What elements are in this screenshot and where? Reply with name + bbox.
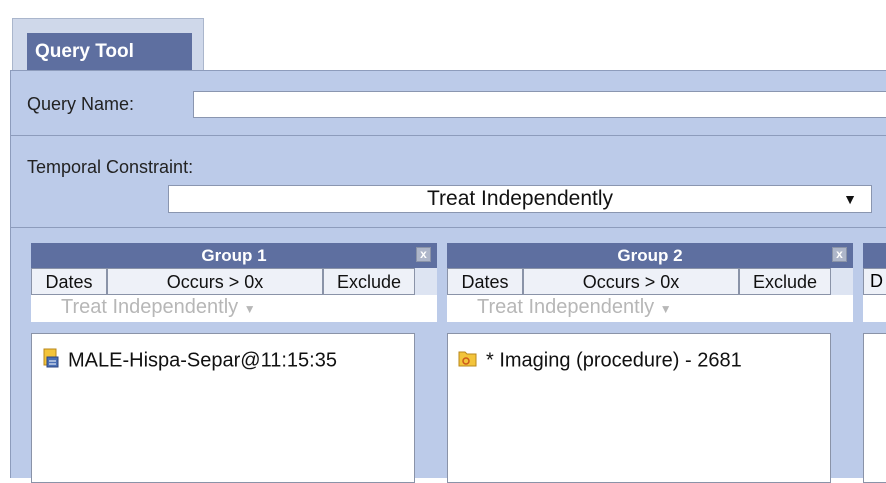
- tab-query-tool[interactable]: Query Tool: [27, 33, 192, 70]
- temporal-selected-value: Treat Independently: [426, 187, 614, 210]
- group-temporal-select[interactable]: Treat Independently ▼: [447, 295, 853, 322]
- chevron-down-icon: ▼: [659, 302, 672, 316]
- dates-button[interactable]: Dates: [31, 268, 107, 295]
- chevron-down-icon: ▼: [243, 302, 256, 316]
- group-temporal-value: Treat Independently: [61, 296, 239, 318]
- group-item-label: MALE-Hispa-Separ@11:15:35: [68, 349, 337, 372]
- occurs-button[interactable]: Occurs > 0x: [523, 268, 739, 295]
- group-panel-1: Group 1 x Dates Occurs > 0x Exclude Trea…: [31, 243, 437, 483]
- group-tabs: Dates Occurs > 0x Exclude: [447, 268, 853, 295]
- chevron-down-icon: ▼: [843, 191, 857, 207]
- group-header: Group 1 x: [31, 243, 437, 268]
- query-tool-panel: Query Name: Temporal Constraint: Treat I…: [10, 70, 886, 483]
- exclude-button[interactable]: Exclude: [739, 268, 831, 295]
- group-panel-2: Group 2 x Dates Occurs > 0x Exclude Trea…: [447, 243, 853, 483]
- group-drop-area[interactable]: [863, 333, 886, 483]
- group-temporal-select[interactable]: [863, 295, 886, 322]
- group-item[interactable]: MALE-Hispa-Separ@11:15:35: [42, 348, 337, 374]
- query-name-input[interactable]: [193, 91, 886, 118]
- close-icon[interactable]: x: [832, 247, 847, 262]
- dates-button[interactable]: Dates: [447, 268, 523, 295]
- group-panel-3-partial: D: [863, 243, 886, 483]
- group-tabs: Dates Occurs > 0x Exclude: [31, 268, 437, 295]
- group-header: [863, 243, 886, 268]
- folder-term-icon: [458, 348, 478, 374]
- group-temporal-select[interactable]: Treat Independently ▼: [31, 295, 437, 322]
- exclude-button[interactable]: Exclude: [323, 268, 415, 295]
- group-item[interactable]: * Imaging (procedure) - 2681: [458, 348, 742, 374]
- group-item-label: * Imaging (procedure) - 2681: [486, 349, 742, 372]
- close-icon[interactable]: x: [416, 247, 431, 262]
- group-title: Group 2: [617, 246, 683, 265]
- previous-query-icon: [42, 348, 60, 374]
- group-drop-area[interactable]: * Imaging (procedure) - 2681: [447, 333, 831, 483]
- group-drop-area[interactable]: MALE-Hispa-Separ@11:15:35: [31, 333, 415, 483]
- group-temporal-value: Treat Independently: [477, 296, 655, 318]
- temporal-constraint-select[interactable]: Treat Independently ▼: [168, 185, 872, 213]
- divider: [11, 227, 886, 228]
- occurs-button[interactable]: Occurs > 0x: [107, 268, 323, 295]
- divider: [11, 135, 886, 136]
- group-header: Group 2 x: [447, 243, 853, 268]
- group-title: Group 1: [201, 246, 267, 265]
- temporal-constraint-label: Temporal Constraint:: [27, 157, 194, 177]
- dates-button[interactable]: D: [863, 268, 886, 295]
- query-name-label: Query Name:: [27, 94, 135, 114]
- tab-strip: Query Tool: [0, 0, 886, 73]
